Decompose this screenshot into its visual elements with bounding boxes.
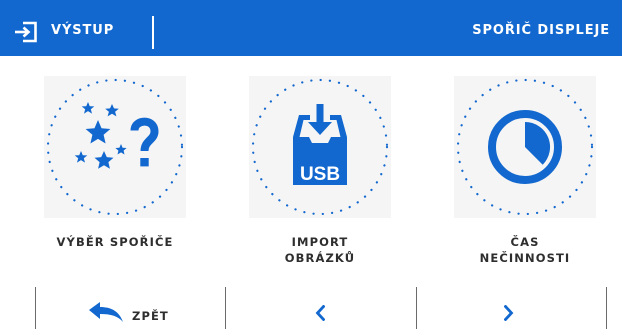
import-images-tile[interactable]: USB <box>249 76 391 218</box>
exit-icon <box>15 21 37 43</box>
usb-text: USB <box>300 164 340 185</box>
page-title: SPOŘIČ DISPLEJE <box>472 23 610 38</box>
inactivity-time-tile[interactable] <box>454 76 596 218</box>
screensaver-select-label[interactable]: VÝBĚR SPOŘIČE <box>30 234 200 250</box>
back-label[interactable]: ZPĚT <box>132 309 169 323</box>
stars-question-icon <box>46 78 184 216</box>
screensaver-select-tile[interactable] <box>44 76 186 218</box>
next-button[interactable] <box>417 292 606 329</box>
previous-button[interactable] <box>226 292 416 329</box>
inactivity-time-label[interactable]: ČAS NEČINNOSTI <box>440 234 610 266</box>
back-arrow-icon <box>89 302 123 322</box>
clock-icon <box>456 78 594 216</box>
chevron-right-icon <box>504 305 514 321</box>
header-divider <box>152 16 154 49</box>
exit-label: VÝSTUP <box>51 23 115 38</box>
nav-divider <box>606 287 607 329</box>
import-images-label[interactable]: IMPORT OBRÁZKŮ <box>235 234 405 266</box>
usb-import-icon: USB <box>251 78 389 216</box>
exit-button[interactable]: VÝSTUP <box>0 0 152 56</box>
header-bar: VÝSTUP SPOŘIČ DISPLEJE <box>0 0 622 56</box>
back-button[interactable] <box>36 292 225 329</box>
chevron-left-icon <box>315 305 325 321</box>
